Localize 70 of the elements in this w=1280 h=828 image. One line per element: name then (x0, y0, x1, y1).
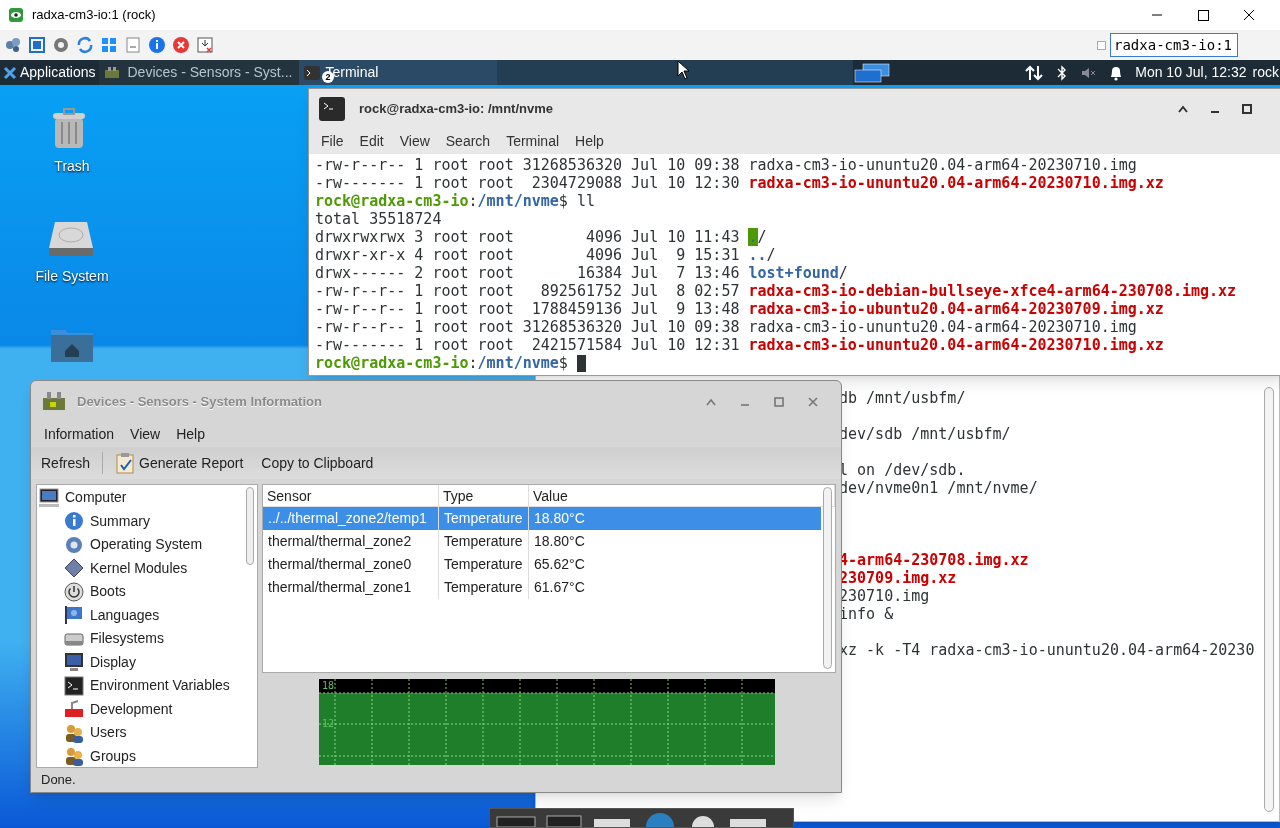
toolbar-button[interactable]: Refresh (35, 449, 97, 477)
table-row[interactable]: thermal/thermal_zone1 Temperature 61.67°C (263, 576, 821, 599)
terminal-line: rock@radxa-cm3-io:/mnt/nvme$ (315, 354, 586, 372)
menu-item[interactable]: File (315, 130, 350, 152)
tree-item[interactable]: Filesystems (37, 627, 257, 651)
host-field[interactable]: radxa-cm3-io:1 (1110, 33, 1238, 57)
terminal-line: rock@radxa-cm3-io:/mnt/nvme$ ll (315, 192, 595, 210)
tree-item[interactable]: Languages (37, 603, 257, 627)
menu-item[interactable]: Information (37, 423, 122, 445)
table-cell-text: 18.80°C (533, 509, 586, 528)
table-cell: thermal/thermal_zone2 (263, 530, 439, 553)
terminal-line: -rw------- 1 root root 2304729088 Jul 10 12:30 radxa-cm3-io-ununtu20.04-arm64-20230710.img.xz (315, 174, 1164, 192)
table-cell: Temperature (439, 576, 529, 599)
table-cell-text: 61.67°C (533, 578, 586, 597)
axis-label: 18 (322, 680, 335, 691)
column-header[interactable]: Sensor (263, 485, 439, 506)
table-row[interactable]: thermal/thermal_zone2 Temperature 18.80°C (263, 530, 821, 553)
terminal-line: -rw-r--r-- 1 root root 31268536320 Jul 10 09:38 radxa-cm3-io-ununtu20.04-arm64-20230710.img (315, 156, 1137, 174)
tree-item[interactable]: Development (37, 697, 257, 721)
tree-item[interactable]: Kernel Modules (37, 556, 257, 580)
axis-label: 12 (322, 718, 335, 729)
menu-item[interactable]: View (393, 130, 436, 152)
terminal-line: drwxr-xr-x 4 root root 4096 Jul 9 15:31 ../ (315, 246, 776, 264)
window-title: rock@radxa-cm3-io: /mnt/nvme (359, 99, 553, 118)
column-header[interactable]: Type (439, 485, 529, 506)
table-cell-text: 18.80°C (533, 532, 586, 551)
table-row[interactable]: thermal/thermal_zone0 Temperature 65.62°C (263, 553, 821, 576)
menu-item[interactable]: Search (439, 130, 497, 152)
window-title: radxa-cm3-io:1 (rock) (32, 6, 156, 25)
terminal-line: info & (839, 605, 894, 623)
status-text: Done. (40, 771, 77, 789)
tree-item[interactable]: Environment Variables (37, 674, 257, 698)
tree-item[interactable]: Summary (37, 509, 257, 533)
terminal-line: total 35518724 (315, 210, 442, 228)
table-cell: thermal/thermal_zone0 (263, 553, 439, 576)
terminal-line: -rw-r--r-- 1 root root 31268536320 Jul 10 09:38 radxa-cm3-io-ununtu20.04-arm64-20230710.img (315, 318, 1137, 336)
applications-menu[interactable]: Applications (0, 60, 99, 85)
table-cell-text: 65.62°C (533, 555, 586, 574)
window-title: Devices - Sensors - System Information (77, 393, 322, 412)
menu-item[interactable]: Help (169, 423, 212, 445)
menu-item[interactable]: View (123, 423, 168, 445)
tree-item[interactable]: Boots (37, 580, 257, 604)
terminal-line: 230710.img (839, 587, 930, 605)
terminal-line: dev/sdb /mnt/usbfm/ (839, 425, 1011, 443)
terminal-line: drwx------ 2 root root 16384 Jul 7 13:46 lost+found/ (315, 264, 848, 282)
tree-item[interactable]: Display (37, 650, 257, 674)
tree-item[interactable]: Groups (37, 744, 257, 767)
tree-item[interactable]: Users (37, 721, 257, 745)
terminal-line: drwxrwxrwx 3 root root 4096 Jul 10 11:43 ./ (315, 228, 767, 246)
tree-item[interactable]: Computer (37, 486, 257, 510)
menu-item[interactable]: Help (569, 130, 610, 152)
menu-item[interactable]: Terminal (500, 130, 566, 152)
clock[interactable]: Mon 10 Jul, 12:32 (1135, 62, 1247, 83)
terminal-line: 4-arm64-230708.img.xz (839, 551, 1029, 569)
table-cell: thermal/thermal_zone1 (263, 576, 439, 599)
taskbar-button[interactable]: Devices - Sensors - Syst... (98, 60, 299, 85)
toolbar-button[interactable]: Copy to Clipboard (255, 449, 380, 477)
tree-item[interactable]: Operating System (37, 533, 257, 557)
terminal-line: 230709.img.xz (839, 569, 957, 587)
table-cell: Temperature (439, 507, 529, 530)
toolbar-button[interactable]: Generate Report (109, 449, 250, 477)
terminal-line: -rw-r--r-- 1 root root 892561752 Jul 8 02:57 radxa-cm3-io-debian-bullseye-xfce4-arm64-230708.img.xz (315, 282, 1237, 300)
terminal-line: -rw------- 1 root root 2421571584 Jul 10 12:31 radxa-cm3-io-ununtu20.04-arm64-20230710.img.xz (315, 336, 1164, 354)
table-cell: ../../thermal_zone2/temp1 (263, 507, 439, 530)
terminal-line: -rw-r--r-- 1 root root 1788459136 Jul 9 13:48 radxa-cm3-io-ubuntu20.04-arm64-20230709.img.xz (315, 300, 1164, 318)
menu-item[interactable]: Edit (353, 130, 390, 152)
table-cell: Temperature (439, 530, 529, 553)
table-cell: Temperature (439, 553, 529, 576)
terminal-line: dev/nvme0n1 /mnt/nvme/ (839, 479, 1038, 497)
user-name[interactable]: rock (1252, 62, 1279, 83)
